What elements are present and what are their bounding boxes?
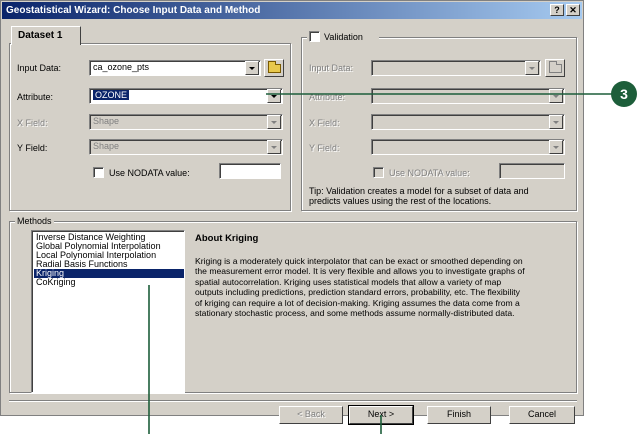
callout-number: 3	[620, 86, 628, 102]
callout-overlay: 3	[148, 81, 637, 434]
